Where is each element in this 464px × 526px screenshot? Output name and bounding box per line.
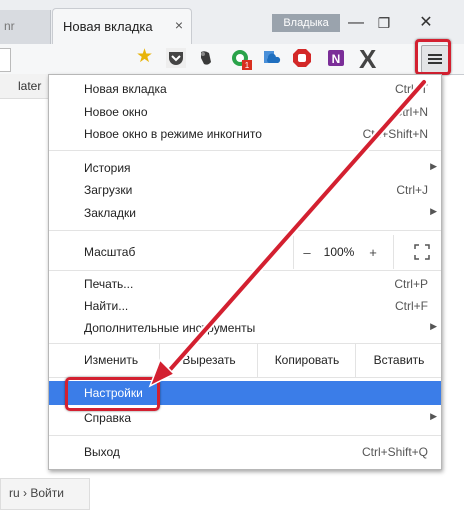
menu-item-new-window[interactable]: Новое окно Ctrl+N <box>49 101 441 123</box>
menu-item-label: Новое окно в режиме инкогнито <box>84 127 262 141</box>
page-later-strip: later <box>0 74 48 99</box>
omnibox[interactable] <box>0 48 11 72</box>
close-window-icon[interactable]: ✕ <box>412 12 440 36</box>
fullscreen-button[interactable] <box>393 235 442 269</box>
page-login-link[interactable]: ru › Войти <box>0 478 90 510</box>
grammarly-badge: 1 <box>245 61 250 70</box>
menu-item-downloads[interactable]: Загрузки Ctrl+J <box>49 179 441 201</box>
menu-item-label: Найти... <box>84 299 129 313</box>
copy-button[interactable]: Копировать <box>257 343 356 377</box>
submenu-arrow-icon: ▶ <box>430 321 437 331</box>
menu-item-label: Печать... <box>84 277 134 291</box>
menu-item-incognito[interactable]: Новое окно в режиме инкогнито Ctrl+Shift… <box>49 123 441 145</box>
submenu-arrow-icon: ▶ <box>430 206 437 216</box>
pocket-icon[interactable] <box>166 48 186 68</box>
tab-new-tab[interactable]: Новая вкладка × <box>52 8 192 45</box>
zoom-level: 100% <box>323 245 355 259</box>
submenu-arrow-icon: ▶ <box>430 411 437 421</box>
cloud-icon[interactable] <box>262 48 282 68</box>
onenote-letter: N <box>332 52 341 66</box>
submenu-arrow-icon: ▶ <box>430 161 437 171</box>
fullscreen-icon <box>414 244 430 260</box>
tab-title: Новая вкладка <box>63 19 153 34</box>
menu-item-label: Справка <box>84 411 132 425</box>
page-later-text: later <box>18 79 42 93</box>
menu-item-shortcut: Ctrl+J <box>396 183 428 197</box>
menu-item-label: Закладки <box>84 206 136 220</box>
menu-item-shortcut: Ctrl+T <box>395 82 428 96</box>
menu-item-bookmarks[interactable]: Закладки ▶ <box>49 202 441 224</box>
menu-item-label: Выход <box>84 445 120 459</box>
minimize-icon[interactable]: — <box>344 12 368 36</box>
tab-close-icon[interactable]: × <box>175 17 183 33</box>
grammarly-icon[interactable]: 1 <box>230 48 252 70</box>
stop-icon[interactable] <box>292 48 312 68</box>
menu-item-print[interactable]: Печать... Ctrl+P <box>49 273 441 295</box>
menu-item-shortcut: Ctrl+Shift+N <box>362 127 428 141</box>
menu-separator <box>49 435 441 436</box>
menu-item-label: История <box>84 161 131 175</box>
page-login-text: ru › Войти <box>9 486 64 500</box>
menu-item-shortcut: Ctrl+N <box>393 105 428 119</box>
zoom-out-button[interactable]: – <box>295 245 319 260</box>
menu-item-exit[interactable]: Выход Ctrl+Shift+Q <box>49 441 441 463</box>
menu-separator <box>49 230 441 231</box>
maximize-icon[interactable]: ❐ <box>372 12 396 36</box>
menu-row-edit: Изменить Вырезать Копировать Вставить <box>49 343 441 377</box>
menu-item-find[interactable]: Найти... Ctrl+F <box>49 295 441 317</box>
menu-item-label: Новая вкладка <box>84 82 167 96</box>
menu-button-highlight <box>415 39 451 75</box>
paste-button[interactable]: Вставить <box>355 343 442 377</box>
menu-item-label: Изменить <box>84 353 139 367</box>
menu-item-label: Масштаб <box>84 245 136 259</box>
onenote-icon[interactable]: N <box>326 48 346 68</box>
menu-item-more-tools[interactable]: Дополнительные инструменты ▶ <box>49 317 441 339</box>
menu-row-zoom: Масштаб – 100% + <box>49 235 441 269</box>
menu-item-history[interactable]: История ▶ <box>49 157 441 179</box>
tab-previous-label: nr <box>4 19 15 33</box>
cut-button[interactable]: Вырезать <box>159 343 258 377</box>
zoom-in-button[interactable]: + <box>361 245 385 260</box>
menu-item-shortcut: Ctrl+Shift+Q <box>361 445 428 459</box>
menu-item-label: Дополнительные инструменты <box>84 321 256 335</box>
menu-item-label: Загрузки <box>84 183 133 197</box>
evernote-icon[interactable] <box>196 48 216 68</box>
menu-item-label: Новое окно <box>84 105 148 119</box>
menu-item-shortcut: Ctrl+P <box>394 277 428 291</box>
menu-separator <box>49 270 441 271</box>
profile-badge[interactable]: Владыка <box>272 14 340 32</box>
menu-item-new-tab[interactable]: Новая вкладка Ctrl+T <box>49 78 441 100</box>
extension-x-icon[interactable]: X <box>359 44 376 74</box>
menu-item-shortcut: Ctrl+F <box>395 299 428 313</box>
star-icon[interactable]: ★ <box>136 47 153 67</box>
tab-previous[interactable]: nr <box>0 10 51 44</box>
settings-highlight <box>65 377 160 411</box>
menu-separator <box>49 150 441 151</box>
